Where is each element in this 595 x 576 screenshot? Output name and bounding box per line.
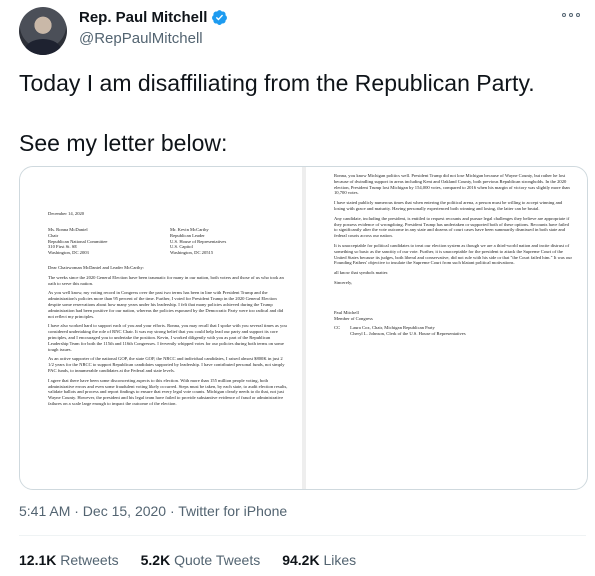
letter-paragraph: Any candidate, including the president, …	[334, 215, 570, 239]
letter-paragraph: The weeks since the 2020 General Electio…	[48, 274, 284, 286]
letter-cc-label: CC	[334, 325, 341, 331]
divider	[19, 535, 586, 536]
letter-addressee-1: Ms. Ronna McDaniel Chair Republican Nati…	[48, 227, 158, 256]
likes-label: Likes	[323, 552, 357, 568]
retweets-count: 12.1K	[19, 552, 57, 568]
more-dot	[576, 13, 580, 17]
letter-cc-block: CC Laura Cox, Chair, Michigan Republican…	[334, 325, 572, 337]
letter-salutation: Dear Chairwoman McDaniel and Leader McCa…	[48, 265, 145, 270]
letter-paragraph: I have also worked hard to support each …	[48, 323, 287, 352]
addressee-line: Washington, DC 2003	[48, 250, 89, 256]
likes-stat[interactable]: 94.2K Likes	[282, 552, 356, 568]
letter-paragraph: I have stated publicly numerous times th…	[334, 200, 563, 211]
quote-tweets-label: Quote Tweets	[174, 552, 261, 568]
letter-body-right: Ronna, you know Michigan politics well. …	[334, 173, 572, 337]
avatar[interactable]	[19, 7, 67, 55]
letter-date: December 14, 2020	[48, 211, 85, 216]
tweet-text: Today I am disaffiliating from the Repub…	[19, 70, 535, 156]
letter-paragraph: I agree that there have been some discon…	[48, 377, 288, 406]
more-dot	[569, 13, 573, 17]
letter-paragraph: As an active supporter of the national G…	[48, 356, 285, 373]
addressee-line: Washington, DC 20515	[170, 250, 214, 256]
author-display-name[interactable]: Rep. Paul Mitchell	[79, 9, 207, 26]
letter-signature-title: Member of Congress	[334, 315, 373, 321]
letter-paragraph: Ronna, you know Michigan politics well. …	[334, 173, 570, 196]
retweets-label: Retweets	[60, 552, 119, 568]
verified-badge-icon	[212, 10, 228, 25]
letter-cc-line: Cheryl L. Johnson, Clerk of the U.S. Hou…	[350, 331, 466, 337]
letter-paragraph: As you well know, my voting record in Co…	[48, 290, 284, 319]
tweet-timestamp[interactable]: 5:41 AM · Dec 15, 2020 · Twitter for iPh…	[19, 503, 287, 519]
letter-page-1: December 14, 2020 Ms. Ronna McDaniel Cha…	[20, 167, 302, 489]
likes-count: 94.2K	[282, 552, 320, 568]
letter-addressee-2: Mr. Kevin McCarthy Republican Leader U.S…	[170, 227, 280, 256]
engagement-stats: 12.1K Retweets 5.2K Quote Tweets 94.2K L…	[19, 552, 356, 568]
more-options-icon[interactable]	[559, 8, 583, 22]
author-handle[interactable]: @RepPaulMitchell	[79, 30, 203, 47]
retweets-stat[interactable]: 12.1K Retweets	[19, 552, 119, 568]
letter-page-2: Ronna, you know Michigan politics well. …	[306, 167, 587, 489]
letter-paragraph: all know that symbols matter.	[334, 270, 389, 276]
tweet-media-letter[interactable]: December 14, 2020 Ms. Ronna McDaniel Cha…	[19, 166, 588, 490]
quote-tweets-stat[interactable]: 5.2K Quote Tweets	[141, 552, 261, 568]
letter-paragraph: It is unacceptable for political candida…	[334, 242, 572, 266]
author-name-row[interactable]: Rep. Paul Mitchell	[79, 9, 228, 26]
quote-tweets-count: 5.2K	[140, 552, 171, 568]
more-dot	[562, 13, 566, 17]
letter-closing: Sincerely,	[334, 279, 353, 285]
letter-body-left: Dear Chairwoman McDaniel and Leader McCa…	[48, 265, 288, 411]
